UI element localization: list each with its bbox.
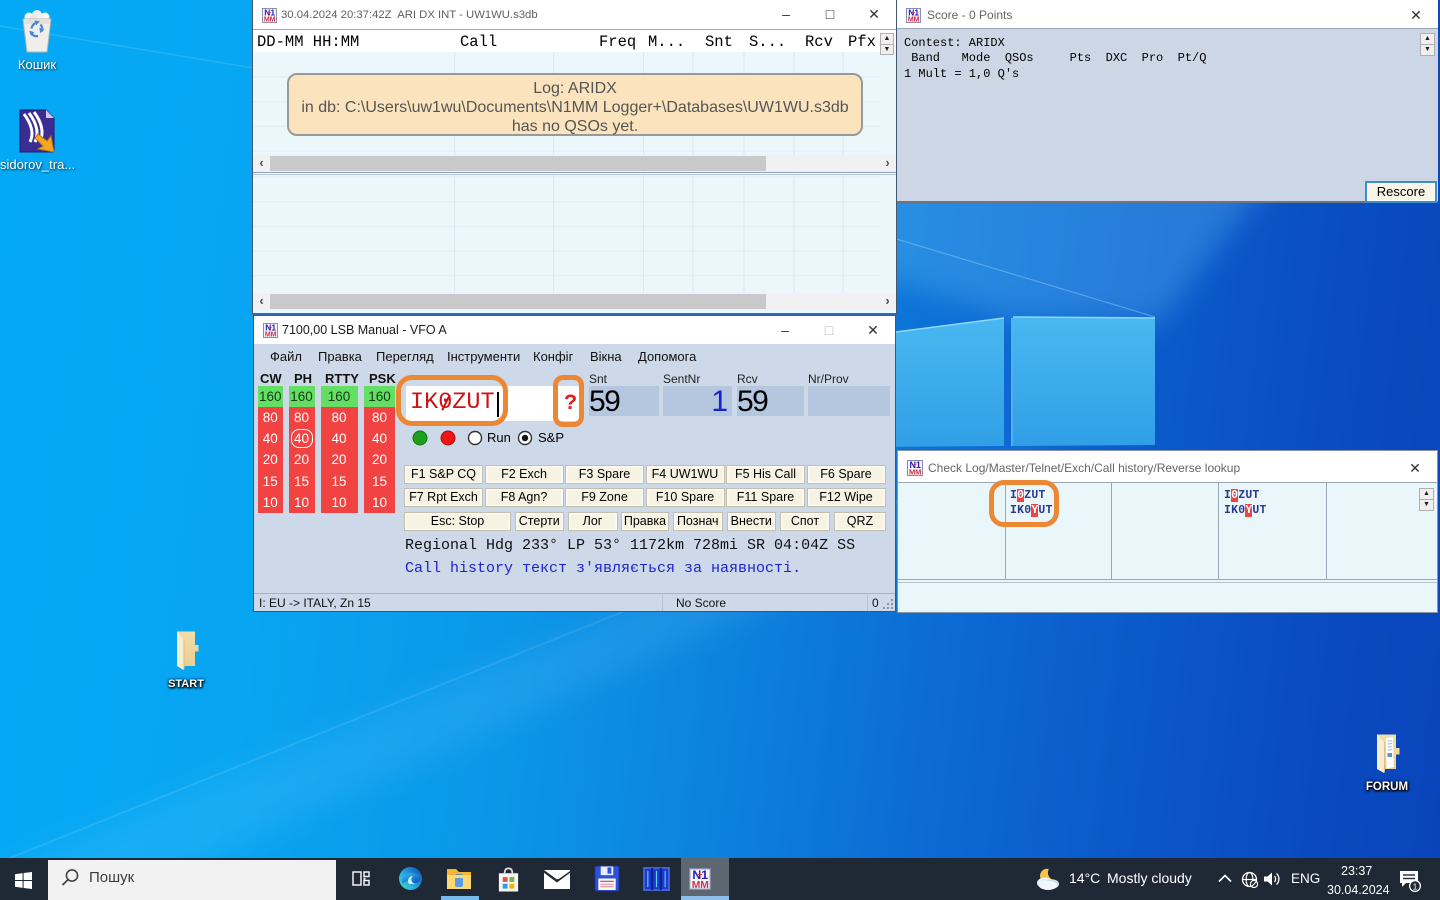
svg-text:1: 1	[1413, 881, 1418, 891]
